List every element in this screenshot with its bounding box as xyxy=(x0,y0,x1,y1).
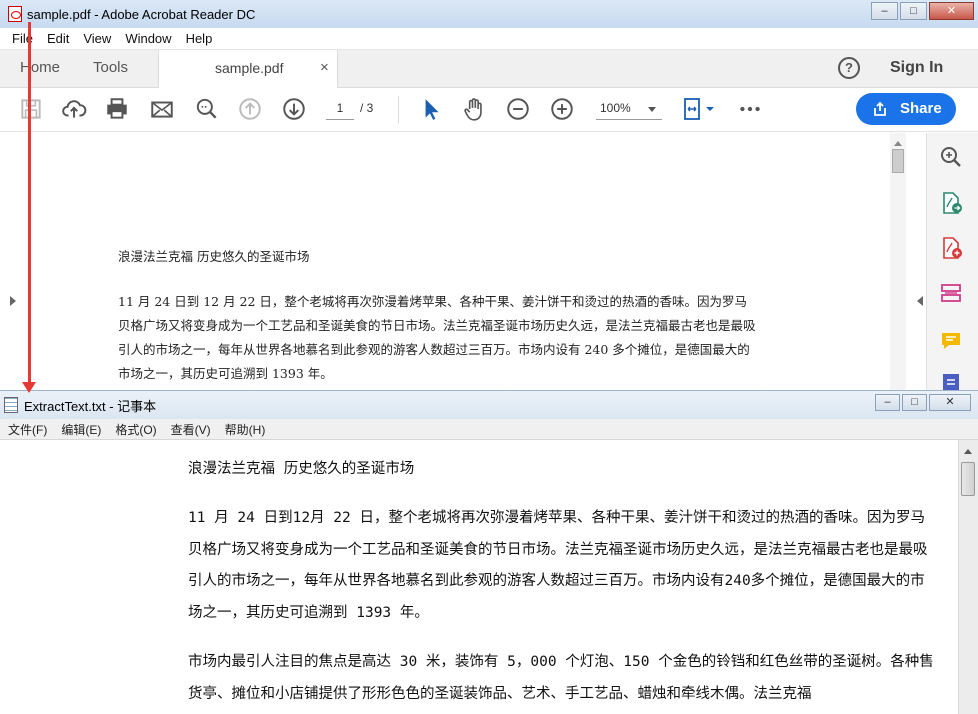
menu-help-cn[interactable]: 帮助(H) xyxy=(225,421,266,438)
tools-pane xyxy=(926,133,978,392)
acrobat-window-title: sample.pdf - Adobe Acrobat Reader DC xyxy=(27,6,256,22)
tab-home[interactable]: Home xyxy=(20,50,60,88)
notepad-maximize-button[interactable]: □ xyxy=(902,394,927,411)
toolbar: 1 / 3 100% Share xyxy=(0,88,978,132)
menu-help[interactable]: Help xyxy=(186,31,213,46)
chevron-down-icon xyxy=(648,107,656,116)
zoom-in-icon[interactable] xyxy=(549,96,575,122)
hand-icon[interactable] xyxy=(461,96,487,122)
notepad-heading: 浪漫法兰克福 历史悠久的圣诞市场 xyxy=(188,461,415,477)
save-icon[interactable] xyxy=(18,96,44,122)
tab-document-label: sample.pdf xyxy=(215,60,284,76)
notepad-scroll-up-icon[interactable] xyxy=(964,445,972,454)
page-up-icon[interactable] xyxy=(237,96,263,122)
left-panel-toggle-icon[interactable] xyxy=(10,296,21,306)
document-view[interactable]: 浪漫法兰克福 历史悠久的圣诞市场 11 月 24 日到 12 月 22 日，整个… xyxy=(0,133,926,390)
organize-pages-icon[interactable] xyxy=(939,282,963,306)
pdf-paragraph: 11 月 24 日到 12 月 22 日，整个老城将再次弥漫着烤苹果、各种干果、… xyxy=(118,294,756,381)
maximize-button[interactable]: □ xyxy=(900,2,927,20)
menu-file-cn[interactable]: 文件(F) xyxy=(8,421,47,438)
notepad-close-button[interactable]: ✕ xyxy=(929,394,971,411)
notepad-scrollbar[interactable] xyxy=(958,440,978,714)
page-number-input[interactable]: 1 xyxy=(326,98,354,120)
zoom-out-icon[interactable] xyxy=(505,96,531,122)
minimize-button[interactable]: ‒ xyxy=(871,2,898,20)
tab-tools[interactable]: Tools xyxy=(93,50,128,88)
acrobat-titlebar[interactable]: sample.pdf - Adobe Acrobat Reader DC ‒ □… xyxy=(0,0,978,28)
comment-icon[interactable] xyxy=(939,329,963,353)
menu-edit-cn[interactable]: 编辑(E) xyxy=(61,421,101,438)
acrobat-window-controls: ‒ □ ✕ xyxy=(869,2,974,20)
menu-view-cn[interactable]: 查看(V) xyxy=(171,421,211,438)
notepad-paragraph-1: 11 月 24 日到12月 22 日，整个老城将再次弥漫着烤苹果、各种干果、姜汁… xyxy=(188,510,928,621)
zoom-search-icon[interactable] xyxy=(194,96,220,122)
notepad-titlebar[interactable]: ExtractText.txt - 记事本 ‒ □ ✕ xyxy=(0,391,978,419)
fit-page-icon[interactable] xyxy=(682,96,718,122)
notepad-paragraph-2: 市场内最引人注目的焦点是高达 30 米，装饰有 5，000 个灯泡、150 个金… xyxy=(188,654,934,702)
search-panel-icon[interactable] xyxy=(939,145,963,169)
menu-edit[interactable]: Edit xyxy=(47,31,69,46)
notepad-window: ExtractText.txt - 记事本 ‒ □ ✕ 文件(F) 编辑(E) … xyxy=(0,390,978,714)
notepad-menubar: 文件(F) 编辑(E) 格式(O) 查看(V) 帮助(H) xyxy=(0,419,978,440)
notepad-window-title: ExtractText.txt - 记事本 xyxy=(24,398,157,414)
create-pdf-icon[interactable] xyxy=(939,236,963,260)
scroll-up-icon[interactable] xyxy=(894,137,902,146)
acrobat-app-icon xyxy=(8,6,22,22)
menu-format-cn[interactable]: 格式(O) xyxy=(115,421,156,438)
notepad-scrollbar-thumb[interactable] xyxy=(961,462,975,496)
right-panel-toggle-icon[interactable] xyxy=(912,296,923,306)
share-label: Share xyxy=(900,100,942,117)
close-tab-icon[interactable]: × xyxy=(320,50,329,86)
print-icon[interactable] xyxy=(104,96,130,122)
toolbar-divider xyxy=(398,96,399,124)
acrobat-window: sample.pdf - Adobe Acrobat Reader DC ‒ □… xyxy=(0,0,978,392)
select-cursor-icon[interactable] xyxy=(418,96,444,122)
share-icon xyxy=(874,101,886,116)
notepad-window-controls: ‒ □ ✕ xyxy=(873,394,971,411)
page-down-icon[interactable] xyxy=(281,96,307,122)
notepad-app-icon xyxy=(4,397,18,413)
notepad-minimize-button[interactable]: ‒ xyxy=(875,394,900,411)
more-icon[interactable] xyxy=(737,96,763,122)
pdf-heading: 浪漫法兰克福 历史悠久的圣诞市场 xyxy=(118,249,310,264)
zoom-level-select[interactable]: 100% xyxy=(596,98,662,120)
annotation-arrow-head-icon xyxy=(22,382,36,393)
scrollbar-thumb[interactable] xyxy=(892,149,904,173)
zoom-level-value: 100% xyxy=(600,101,631,115)
help-icon[interactable]: ? xyxy=(838,57,860,79)
upload-icon[interactable] xyxy=(61,96,87,122)
share-button[interactable]: Share xyxy=(856,93,956,125)
document-scrollbar[interactable] xyxy=(890,133,906,390)
page-total: / 3 xyxy=(360,101,374,115)
export-pdf-icon[interactable] xyxy=(939,191,963,215)
annotation-arrow-shaft xyxy=(28,22,31,384)
menu-view[interactable]: View xyxy=(83,31,111,46)
notepad-text-area[interactable]: 浪漫法兰克福 历史悠久的圣诞市场 11 月 24 日到12月 22 日，整个老城… xyxy=(0,440,958,714)
tab-document[interactable]: sample.pdf × xyxy=(158,50,338,89)
mail-icon[interactable] xyxy=(149,96,175,122)
tab-bar: Home Tools sample.pdf × ? Sign In xyxy=(0,50,978,89)
sign-in-button[interactable]: Sign In xyxy=(890,59,943,77)
acrobat-menubar: File Edit View Window Help xyxy=(0,28,978,50)
close-button[interactable]: ✕ xyxy=(929,2,974,20)
menu-window[interactable]: Window xyxy=(125,31,171,46)
